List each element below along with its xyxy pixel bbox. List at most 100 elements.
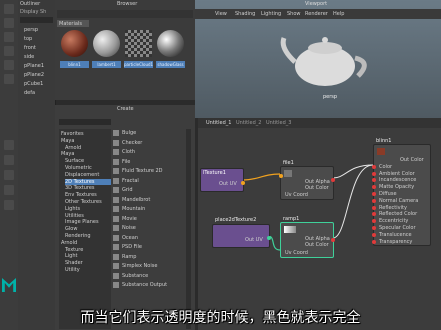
tab-materials[interactable]: Materials (57, 20, 89, 27)
create-category-item[interactable]: Utility (65, 267, 80, 273)
texture-icon (113, 244, 119, 250)
create-node-label: Bulge (122, 130, 137, 136)
teapot-model[interactable] (280, 28, 370, 90)
menu-view[interactable]: View (215, 11, 227, 17)
node-blinn1[interactable]: blinn1 Out Color Color Ambient Color Incand… (372, 138, 431, 246)
create-category-item[interactable]: Texture (65, 247, 83, 253)
texture-icon (113, 272, 119, 279)
layout-outliner-icon[interactable] (4, 200, 14, 210)
create-category-item[interactable]: Lights (65, 206, 80, 212)
blinn-input-port[interactable] (372, 178, 376, 183)
layout-two-icon[interactable] (4, 170, 14, 180)
create-search-input[interactable] (59, 119, 111, 125)
port-out-alpha[interactable] (331, 178, 335, 182)
create-category-item[interactable]: 3D Textures (65, 185, 95, 191)
blinn-attr: Eccentricity (379, 218, 409, 225)
create-category-item[interactable]: 2D Textures (65, 178, 111, 185)
blinn-attr: Reflected Color (379, 211, 418, 218)
blinn-input-port[interactable] (372, 239, 376, 244)
create-category-item[interactable]: Image Planes (65, 219, 99, 225)
blinn-attr: Diffuse (379, 191, 397, 197)
create-category-item[interactable]: Arnold (61, 240, 77, 246)
create-category-item[interactable]: Maya (61, 138, 74, 144)
port-out-uv[interactable] (241, 181, 245, 185)
select-tool-icon[interactable] (4, 4, 14, 14)
move-tool-icon[interactable] (4, 46, 14, 56)
create-category-item[interactable]: Other Textures (65, 199, 102, 205)
swatch-blinn1[interactable] (61, 30, 88, 57)
browser-title: Browser (117, 1, 138, 7)
node-ramp1[interactable]: ramp1 Out Alpha Out Color Uv Coord (280, 216, 335, 258)
texture-icon (113, 187, 119, 193)
blinn-input-port[interactable] (372, 164, 376, 169)
create-category-item[interactable]: Utilities (65, 213, 84, 219)
create-title: Create (117, 106, 134, 112)
create-node-label: Noise (122, 225, 136, 231)
texture-icon (113, 206, 119, 212)
create-category-item[interactable]: Arnold (65, 145, 81, 151)
blinn-input-port[interactable] (372, 232, 376, 237)
texture-icon (113, 263, 119, 269)
create-category-item[interactable]: Env Textures (65, 192, 97, 198)
blinn-input-port[interactable] (372, 198, 376, 203)
outliner-item[interactable]: side (24, 54, 34, 60)
layout-side-icon[interactable] (4, 185, 14, 195)
outliner-item[interactable]: pPlane2 (24, 72, 44, 78)
swatch-shadowglass[interactable] (157, 30, 184, 57)
layout-four-icon[interactable] (4, 155, 14, 165)
create-node-label: PSD File (122, 244, 142, 250)
blinn-attr: Color (379, 163, 393, 170)
paint-tool-icon[interactable] (4, 32, 14, 42)
create-category-item[interactable]: Favorites (61, 131, 84, 137)
create-category-item[interactable]: Rendering (65, 233, 91, 239)
blinn-input-port[interactable] (372, 212, 376, 217)
outliner-item[interactable]: defa (24, 90, 35, 96)
blinn-input-port[interactable] (372, 205, 376, 210)
create-category-item[interactable]: Glow (65, 226, 77, 232)
create-category-item[interactable]: Displacement (65, 172, 99, 178)
node-ltexture1[interactable]: lTexture1 Out UV (200, 168, 245, 192)
rotate-tool-icon[interactable] (4, 60, 14, 70)
texture-icon (113, 177, 119, 184)
create-category-item[interactable]: Light (65, 253, 77, 259)
node-file1[interactable]: file1 Out Alpha Out Color Uv Coord (279, 160, 335, 200)
attr-out-uv: Out UV (245, 237, 263, 243)
outliner-item[interactable]: front (24, 45, 36, 51)
create-category-item[interactable]: Volumetric (65, 165, 92, 171)
create-scrollbar[interactable] (186, 129, 191, 329)
swatch-particlecloud1[interactable] (125, 30, 152, 57)
blinn-input-port[interactable] (372, 171, 376, 176)
menu-show[interactable]: Show (287, 11, 301, 17)
outliner-menu-show[interactable]: Sh (40, 9, 46, 15)
menu-lighting[interactable]: Lighting (261, 11, 281, 17)
outliner-item[interactable]: persp (24, 27, 38, 33)
port-uv-in[interactable] (279, 174, 283, 178)
create-category-item[interactable]: Surface (65, 158, 84, 164)
file-thumbnail-icon (284, 170, 292, 177)
node-editor-panel[interactable]: Untitled_1 Untitled_2 Untitled_3 lTextur… (198, 118, 441, 330)
create-category-item[interactable]: Shader (65, 260, 83, 266)
create-category-item[interactable]: Maya (61, 151, 74, 157)
attr-uv-coord: Uv Coord (285, 250, 308, 256)
swatch-lambert1[interactable] (93, 30, 120, 57)
blinn-input-port[interactable] (372, 219, 376, 224)
blinn-input-port[interactable] (372, 185, 376, 190)
texture-icon (113, 234, 119, 241)
outliner-search-input[interactable] (20, 17, 53, 23)
menu-shading[interactable]: Shading (235, 11, 255, 17)
node-title: file1 (283, 160, 294, 166)
outliner-item[interactable]: pCube1 (24, 81, 43, 87)
outliner-menu-display[interactable]: Display (20, 9, 38, 15)
port-out-uv[interactable] (267, 236, 271, 240)
blinn-input-port[interactable] (372, 226, 376, 230)
menu-help[interactable]: Help (333, 11, 344, 17)
port-out-alpha[interactable] (331, 238, 335, 242)
lasso-tool-icon[interactable] (4, 18, 14, 28)
menu-renderer[interactable]: Renderer (305, 11, 328, 17)
blinn-input-port[interactable] (372, 192, 376, 196)
layout-single-icon[interactable] (4, 140, 14, 150)
outliner-item[interactable]: pPlane1 (24, 63, 44, 69)
node-place2dtexture2[interactable]: place2dTexture2 Out UV (212, 217, 271, 248)
outliner-item[interactable]: top (24, 36, 32, 42)
scale-tool-icon[interactable] (4, 74, 14, 84)
